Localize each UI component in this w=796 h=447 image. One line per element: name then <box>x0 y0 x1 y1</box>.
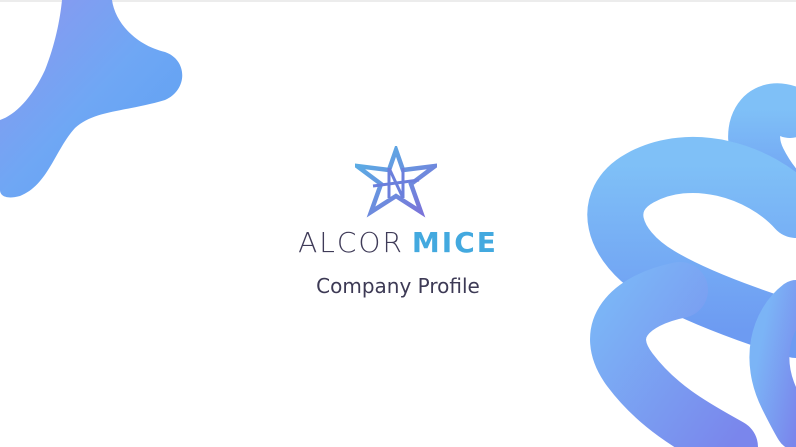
star-monogram-logo-icon <box>355 146 437 218</box>
brand-name: ALCOR MICE <box>0 226 796 260</box>
brand-word-mice: MICE <box>411 226 498 259</box>
brand-word-alcor: ALCOR <box>298 226 404 259</box>
page-subtitle: Company Profile <box>316 274 480 298</box>
cover-content: ALCOR MICE Company Profile <box>0 0 796 447</box>
